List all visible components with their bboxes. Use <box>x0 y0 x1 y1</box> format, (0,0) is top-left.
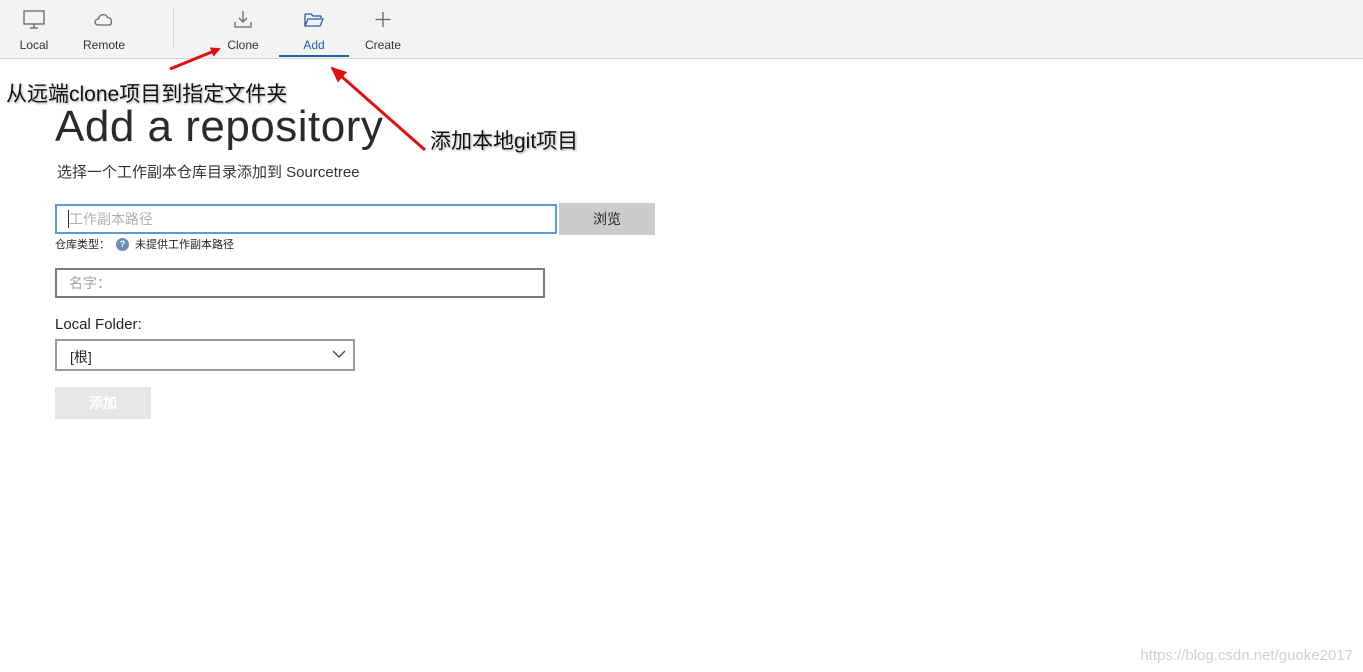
remote-tab-label: Remote <box>82 38 126 52</box>
toolbar: Local Remote Clone Add Create <box>0 0 1363 59</box>
create-tab[interactable]: Create <box>360 0 406 58</box>
create-tab-label: Create <box>364 38 402 52</box>
working-copy-path-input[interactable] <box>55 204 557 234</box>
page-title: Add a repository <box>55 102 384 151</box>
toolbar-separator <box>173 8 174 48</box>
local-folder-select[interactable]: [根] <box>55 339 355 371</box>
clone-annotation: 从远端clone项目到指定文件夹 <box>6 83 288 106</box>
repo-type-label: 仓库类型： <box>55 239 110 251</box>
clone-tab-label: Clone <box>227 38 259 52</box>
repo-type-value: 未提供工作副本路径 <box>135 239 234 251</box>
cloud-icon <box>94 14 113 26</box>
download-icon <box>234 11 252 28</box>
help-icon[interactable]: ? <box>116 237 129 251</box>
add-annotation: 添加本地git项目 <box>430 130 579 153</box>
active-tab-indicator <box>279 55 349 57</box>
plus-icon <box>375 12 391 27</box>
text-caret <box>68 210 69 228</box>
repo-type-row: 仓库类型： ? 未提供工作副本路径 <box>55 237 234 251</box>
local-folder-label: Local Folder: <box>55 316 142 333</box>
page-subtitle: 选择一个工作副本仓库目录添加到 Sourcetree <box>57 164 360 181</box>
folder-open-icon <box>304 13 324 27</box>
local-tab-label: Local <box>19 38 49 52</box>
browse-button[interactable]: 浏览 <box>559 203 655 235</box>
watermark: https://blog.csdn.net/guoke2017 <box>1140 647 1353 664</box>
local-tab[interactable]: Local <box>12 0 56 58</box>
clone-tab[interactable]: Clone <box>220 0 266 58</box>
remote-tab[interactable]: Remote <box>76 0 132 58</box>
add-tab-label: Add <box>303 38 325 52</box>
name-input[interactable] <box>55 268 545 298</box>
add-button[interactable]: 添加 <box>55 387 151 419</box>
add-tab[interactable]: Add <box>279 0 349 58</box>
chevron-down-icon <box>332 350 346 358</box>
monitor-icon <box>23 10 45 29</box>
local-folder-value: [根] <box>70 349 92 365</box>
